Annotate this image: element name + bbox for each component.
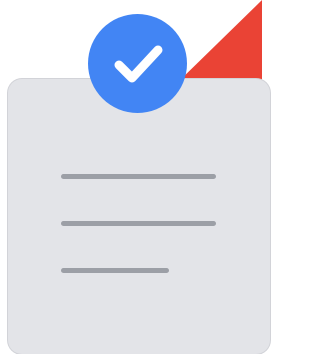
document-text-line [61,174,216,179]
check-badge [88,14,187,113]
document-card [8,79,270,354]
check-icon [114,45,163,83]
document-text-line [61,268,169,273]
document-text-line [61,221,216,226]
